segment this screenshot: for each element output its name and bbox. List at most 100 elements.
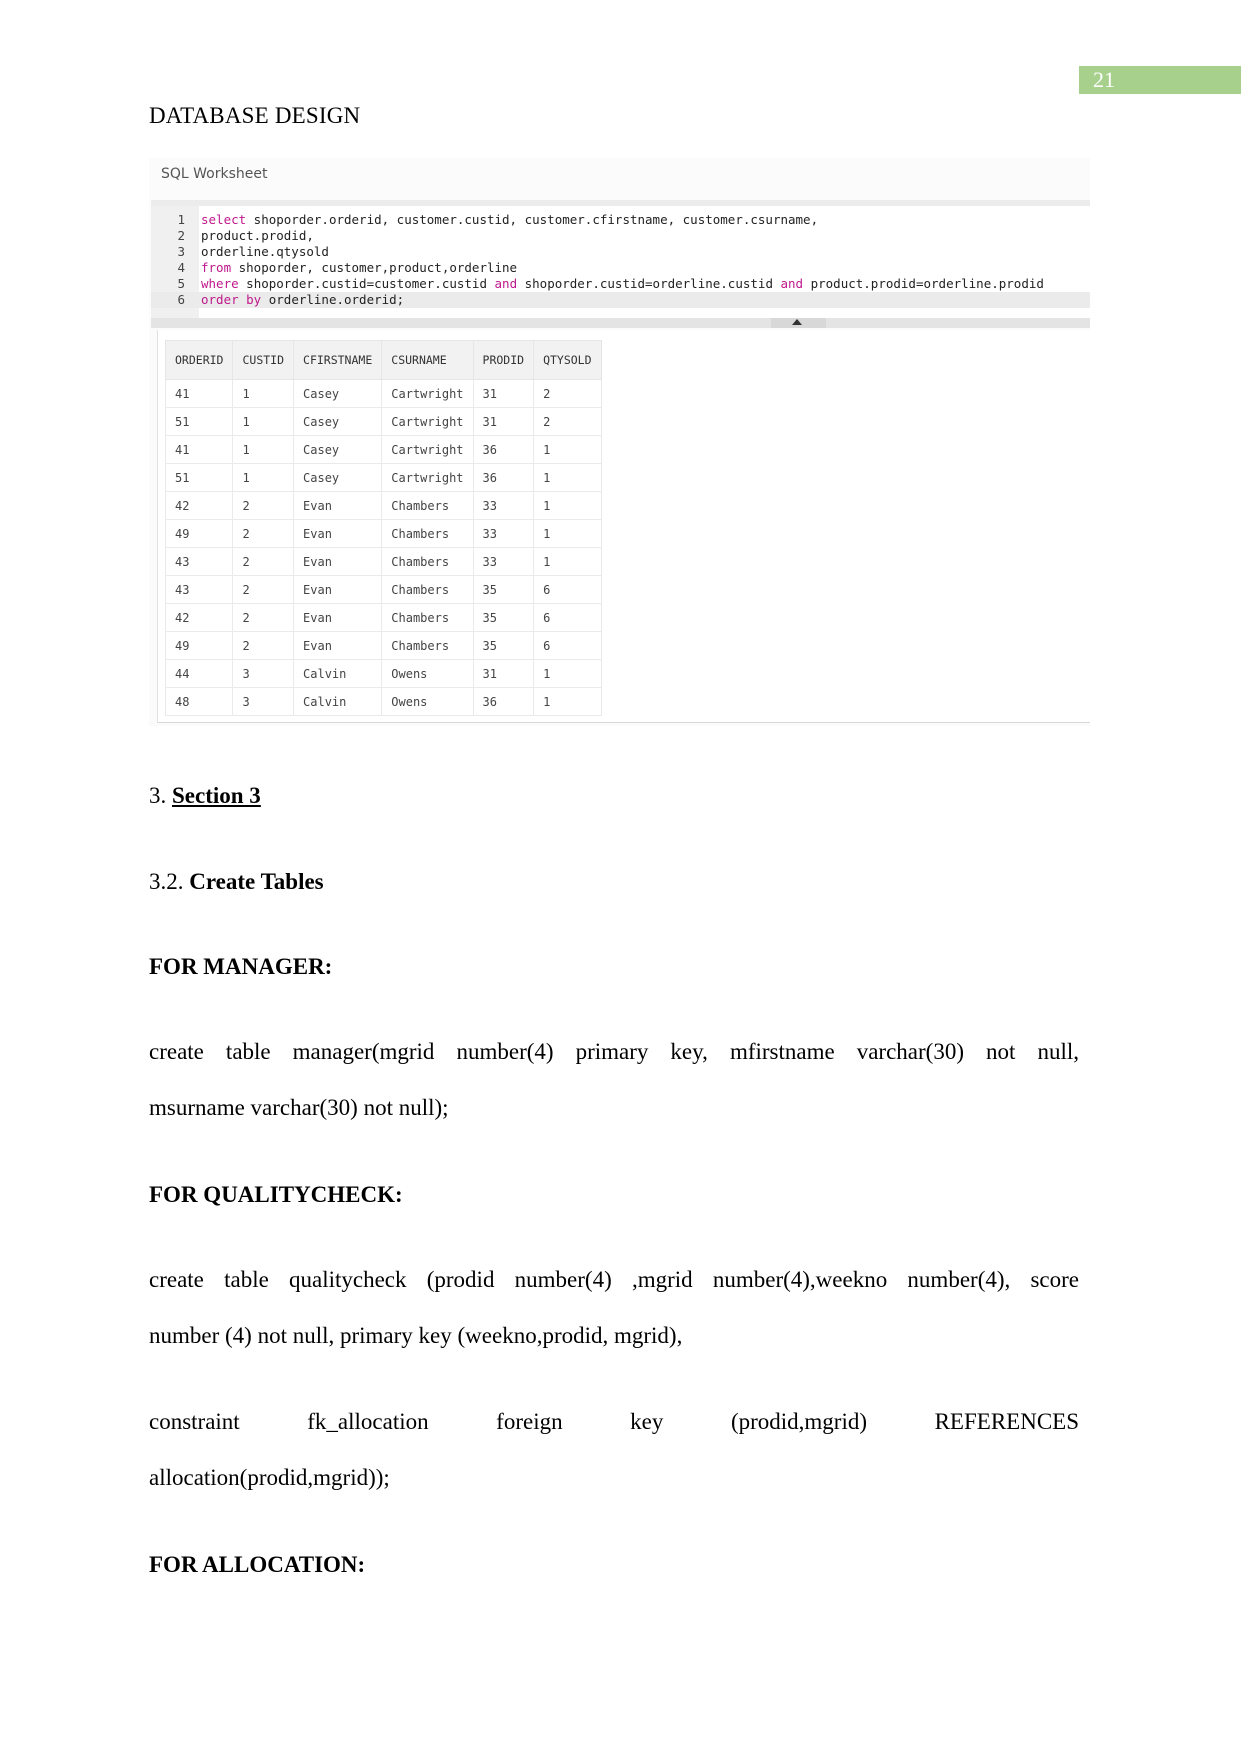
table-row: 51 1 Casey Cartwright 31 2 [164, 407, 602, 436]
line-number: 5 [177, 276, 185, 291]
table-cell: 49 [164, 519, 234, 548]
results-grid: ORDERID CUSTID CFIRSTNAME CSURNAME PRODID QTY… [164, 340, 602, 716]
table-cell: 43 [164, 547, 234, 576]
table-cell: Casey [293, 435, 383, 464]
table-cell: 2 [232, 547, 295, 576]
qualitycheck-heading: FOR QUALITYCHECK: [149, 1182, 403, 1207]
table-row: 48 3 Calvin Owens 36 1 [164, 687, 602, 716]
table-cell: Chambers [381, 631, 474, 660]
table-row: 43 2 Evan Chambers 35 6 [164, 575, 602, 604]
constraint-sql-line-2: allocation(prodid,mgrid)); [149, 1465, 390, 1490]
table-cell: Evan [293, 491, 383, 520]
code-line: 4 from shoporder, customer,product,orderl… [151, 260, 1090, 276]
table-cell: Casey [293, 407, 383, 436]
table-cell: 42 [164, 491, 234, 520]
table-cell: 35 [472, 575, 535, 604]
code-line: 2 product.prodid, [151, 228, 1090, 244]
table-cell: Chambers [381, 603, 474, 632]
table-cell: 1 [533, 519, 602, 548]
sql-keyword: from [201, 260, 232, 275]
table-cell: 6 [533, 631, 602, 660]
table-cell: 2 [533, 379, 602, 408]
code-line: 6 order by orderline.orderid; [151, 292, 1090, 308]
table-cell: Owens [381, 687, 474, 716]
line-number: 1 [177, 212, 185, 227]
line-number: 6 [177, 292, 185, 307]
qualitycheck-sql-line-1: create table qualitycheck (prodid number… [149, 1267, 1079, 1292]
table-cell: Chambers [381, 519, 474, 548]
table-cell: 36 [472, 687, 535, 716]
column-header[interactable]: PRODID [472, 340, 535, 380]
column-header[interactable]: ORDERID [164, 340, 234, 380]
subsection-number: 3.2. [149, 869, 190, 894]
table-cell: 6 [533, 603, 602, 632]
allocation-heading: FOR ALLOCATION: [149, 1552, 366, 1577]
code-editor: 1 select shoporder.orderid, customer.cust… [151, 200, 1090, 324]
table-row: 42 2 Evan Chambers 35 6 [164, 603, 602, 632]
manager-sql-line-2: msurname varchar(30) not null); [149, 1095, 449, 1120]
sql-keyword: and [780, 276, 804, 291]
code-text: from shoporder, customer,product,orderli… [201, 260, 517, 276]
table-cell: Chambers [381, 491, 474, 520]
table-cell: Owens [381, 659, 474, 688]
sql-text: shoporder.orderid, customer.custid, cust… [246, 212, 819, 227]
table-cell: 36 [472, 435, 535, 464]
table-cell: Evan [293, 603, 383, 632]
table-cell: Chambers [381, 547, 474, 576]
table-cell: 1 [232, 435, 295, 464]
line-number: 4 [177, 260, 185, 275]
table-cell: Evan [293, 519, 383, 548]
column-header[interactable]: CSURNAME [381, 340, 474, 380]
table-cell: 33 [472, 491, 535, 520]
section-number: 3. [149, 783, 172, 808]
sql-worksheet-screenshot: SQL Worksheet 1 select shoporder.orderid,… [149, 158, 1090, 726]
code-line: 1 select shoporder.orderid, customer.cust… [151, 212, 1090, 228]
code-line: 5 where shoporder.custid=customer.custid … [151, 276, 1090, 292]
table-cell: Evan [293, 575, 383, 604]
table-cell: 1 [533, 687, 602, 716]
table-cell: 2 [533, 407, 602, 436]
manager-heading: FOR MANAGER: [149, 954, 333, 979]
table-cell: Calvin [293, 687, 383, 716]
table-row: 49 2 Evan Chambers 33 1 [164, 519, 602, 548]
table-cell: 35 [472, 631, 535, 660]
table-cell: 2 [232, 575, 295, 604]
sql-text: product.prodid=orderline.prodid [803, 276, 1044, 291]
collapse-up-arrow-icon [792, 319, 802, 325]
code-text: select shoporder.orderid, customer.custi… [201, 212, 818, 228]
code-line: 3 orderline.qtysold [151, 244, 1090, 260]
sql-keyword: and [494, 276, 518, 291]
code-text: orderline.qtysold [201, 244, 329, 260]
sql-text: shoporder, customer,product,orderline [231, 260, 518, 275]
section-heading: 3. Section 3 [149, 782, 261, 810]
table-cell: 1 [533, 547, 602, 576]
line-number: 3 [177, 244, 185, 259]
table-cell: 36 [472, 463, 535, 492]
table-cell: 6 [533, 575, 602, 604]
sql-keyword: order by [201, 292, 262, 307]
table-cell: 44 [164, 659, 234, 688]
table-cell: 1 [533, 659, 602, 688]
constraint-sql-line-1: constraint fk_allocation foreign key (pr… [149, 1409, 1079, 1434]
header-title: DATABASE DESIGN [149, 103, 361, 128]
code-text: order by orderline.orderid; [201, 292, 404, 308]
column-header[interactable]: QTYSOLD [533, 340, 602, 380]
table-cell: 2 [232, 631, 295, 660]
sql-keyword: where [201, 276, 239, 291]
table-cell: 48 [164, 687, 234, 716]
column-header[interactable]: CFIRSTNAME [293, 340, 383, 380]
table-cell: 1 [533, 491, 602, 520]
sql-text: shoporder.custid=customer.custid [238, 276, 495, 291]
code-text: product.prodid, [201, 228, 314, 244]
page-number: 21 [1079, 66, 1241, 94]
pane-splitter [151, 318, 1090, 328]
table-cell: 43 [164, 575, 234, 604]
table-cell: Evan [293, 631, 383, 660]
table-cell: 1 [232, 407, 295, 436]
code-text: where shoporder.custid=customer.custid a… [201, 276, 1044, 292]
table-cell: 31 [472, 659, 535, 688]
table-cell: Cartwright [381, 435, 474, 464]
table-row: 41 1 Casey Cartwright 31 2 [164, 379, 602, 408]
column-header[interactable]: CUSTID [232, 340, 295, 380]
table-cell: 2 [232, 519, 295, 548]
